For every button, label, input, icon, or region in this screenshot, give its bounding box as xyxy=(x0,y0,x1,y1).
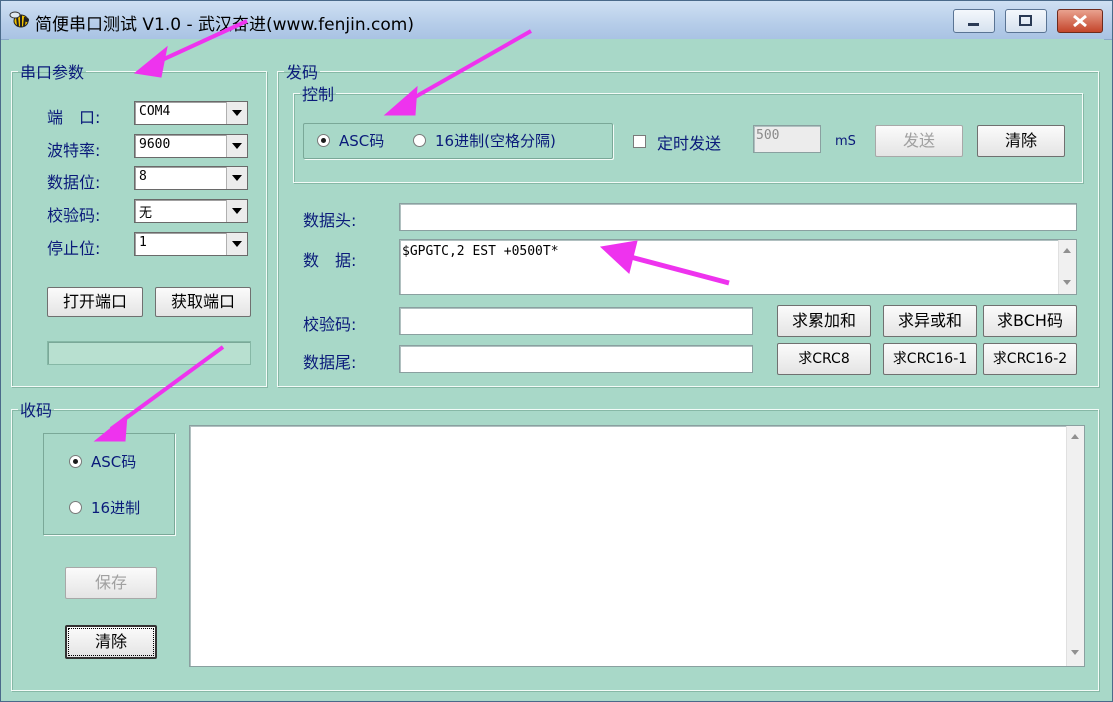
send-clear-button[interactable]: 清除 xyxy=(977,125,1065,157)
port-value: COM4 xyxy=(139,104,171,119)
bch-button[interactable]: 求BCH码 xyxy=(983,305,1077,337)
recv-hex-radio[interactable] xyxy=(69,501,82,514)
chevron-down-icon[interactable] xyxy=(226,135,247,157)
header-label: 数据头: xyxy=(303,211,357,230)
databits-select[interactable]: 8 xyxy=(134,166,248,190)
interval-input[interactable]: 500 xyxy=(753,125,821,153)
xor-button[interactable]: 求异或和 xyxy=(883,305,977,337)
parity-select[interactable]: 无 xyxy=(134,199,248,223)
save-button[interactable]: 保存 xyxy=(65,567,157,599)
data-label: 数 据: xyxy=(303,251,357,270)
header-input[interactable] xyxy=(399,203,1077,231)
crc16-1-button[interactable]: 求CRC16-1 xyxy=(883,343,977,375)
crc16-2-button[interactable]: 求CRC16-2 xyxy=(983,343,1077,375)
interval-unit: mS xyxy=(835,134,856,149)
open-port-button[interactable]: 打开端口 xyxy=(47,287,143,317)
data-input[interactable]: $GPGTC,2 EST +0500T* xyxy=(399,239,1077,295)
port-label: 端 口: xyxy=(47,108,101,127)
data-value: $GPGTC,2 EST +0500T* xyxy=(402,244,559,259)
recv-asc-label[interactable]: ASC码 xyxy=(91,451,136,472)
receive-scrollbar[interactable] xyxy=(1066,426,1084,666)
checksum-label: 校验码: xyxy=(303,315,357,334)
tail-label: 数据尾: xyxy=(303,353,357,372)
send-asc-radio[interactable] xyxy=(317,134,330,147)
send-asc-label[interactable]: ASC码 xyxy=(339,130,384,151)
get-port-button[interactable]: 获取端口 xyxy=(155,287,251,317)
stopbits-label: 停止位: xyxy=(47,239,101,258)
checksum-input[interactable] xyxy=(399,307,753,335)
scroll-down-icon[interactable] xyxy=(1071,650,1079,655)
title-bar[interactable]: 简便串口测试 V1.0 - 武汉奋进(www.fenjin.com) xyxy=(1,1,1112,40)
close-button[interactable] xyxy=(1057,9,1103,33)
serial-params-legend: 串口参数 xyxy=(20,63,85,82)
client-area: 串口参数 端 口: COM4 波特率: 9600 数据位: 8 校验码: 无 停… xyxy=(9,39,1104,695)
chevron-down-icon[interactable] xyxy=(226,167,247,189)
send-hex-label[interactable]: 16进制(空格分隔) xyxy=(435,130,556,151)
timer-send-checkbox[interactable] xyxy=(633,135,646,148)
data-scrollbar[interactable] xyxy=(1058,240,1076,294)
minimize-icon xyxy=(968,23,979,26)
maximize-icon xyxy=(1019,15,1032,26)
receive-clear-button[interactable]: 清除 xyxy=(65,625,157,659)
receive-encoding-box xyxy=(43,433,175,535)
control-legend: 控制 xyxy=(302,85,335,104)
minimize-button[interactable] xyxy=(953,9,995,33)
crc8-button[interactable]: 求CRC8 xyxy=(777,343,871,375)
databits-value: 8 xyxy=(139,169,147,184)
stopbits-value: 1 xyxy=(139,235,147,250)
interval-value: 500 xyxy=(756,128,780,143)
recv-hex-label[interactable]: 16进制 xyxy=(91,497,140,518)
baud-value: 9600 xyxy=(139,137,171,152)
baud-select[interactable]: 9600 xyxy=(134,134,248,158)
receive-textarea[interactable] xyxy=(189,425,1085,667)
timer-send-label[interactable]: 定时发送 xyxy=(657,130,721,154)
close-icon xyxy=(1073,14,1087,28)
bee-icon xyxy=(9,11,29,28)
baud-label: 波特率: xyxy=(47,141,101,160)
send-legend: 发码 xyxy=(286,63,319,82)
app-window: 简便串口测试 V1.0 - 武汉奋进(www.fenjin.com) 串口参数 … xyxy=(0,0,1113,702)
send-button[interactable]: 发送 xyxy=(875,125,963,157)
scroll-down-icon[interactable] xyxy=(1063,280,1071,285)
port-select[interactable]: COM4 xyxy=(134,101,248,125)
window-title: 简便串口测试 V1.0 - 武汉奋进(www.fenjin.com) xyxy=(35,15,414,35)
receive-legend: 收码 xyxy=(20,401,53,420)
chevron-down-icon[interactable] xyxy=(226,233,247,255)
parity-value: 无 xyxy=(139,206,153,221)
recv-asc-radio[interactable] xyxy=(69,455,82,468)
maximize-button[interactable] xyxy=(1005,9,1047,33)
send-hex-radio[interactable] xyxy=(413,134,426,147)
tail-input[interactable] xyxy=(399,345,753,373)
sum-button[interactable]: 求累加和 xyxy=(777,305,871,337)
chevron-down-icon[interactable] xyxy=(226,200,247,222)
stopbits-select[interactable]: 1 xyxy=(134,232,248,256)
chevron-down-icon[interactable] xyxy=(226,102,247,124)
parity-label: 校验码: xyxy=(47,206,101,225)
scroll-up-icon[interactable] xyxy=(1063,248,1071,253)
scroll-up-icon[interactable] xyxy=(1071,434,1079,439)
status-bar xyxy=(47,341,251,365)
databits-label: 数据位: xyxy=(47,173,101,192)
